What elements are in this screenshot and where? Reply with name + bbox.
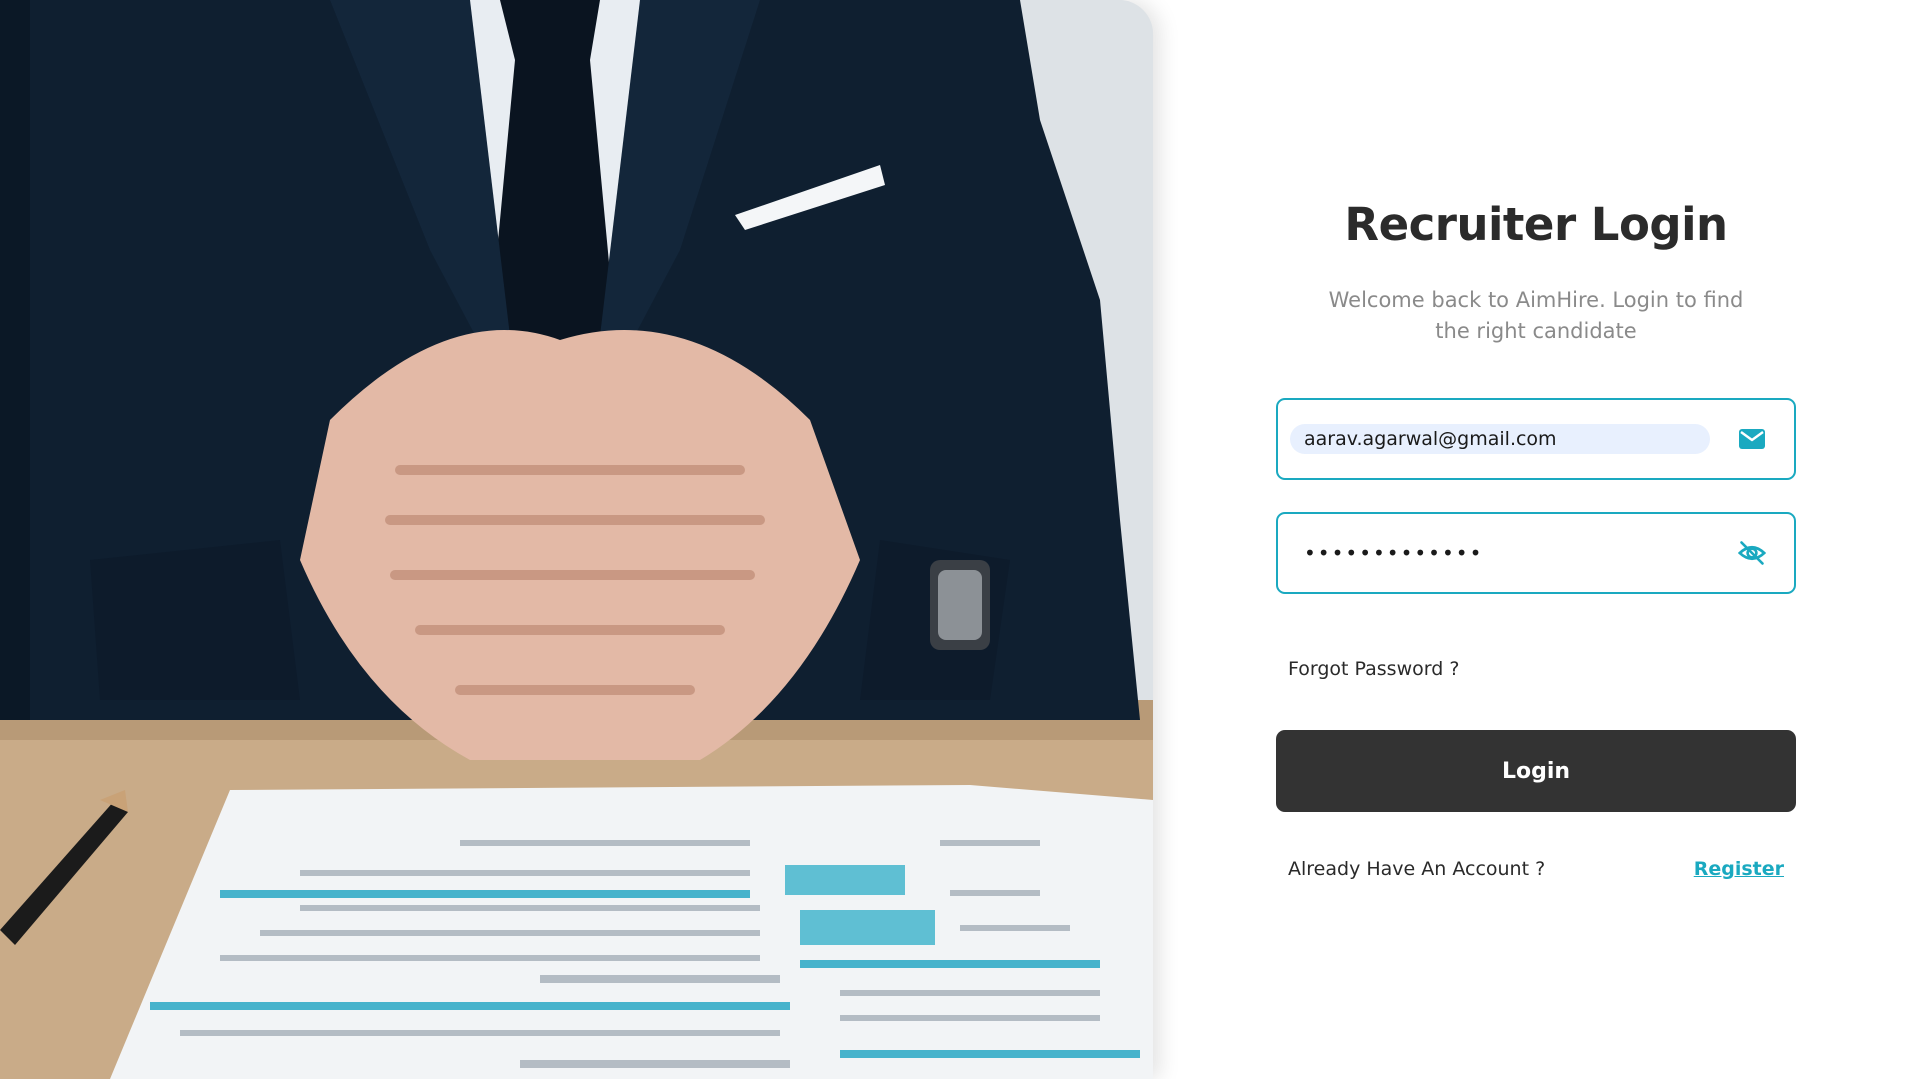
login-panel: Recruiter Login Welcome back to AimHire.…	[1276, 0, 1796, 1079]
password-field[interactable]: •••••••••••••	[1276, 512, 1796, 594]
forgot-password-link[interactable]: Forgot Password ?	[1288, 658, 1459, 680]
page-title: Recruiter Login	[1344, 198, 1728, 251]
envelope-icon	[1738, 425, 1766, 453]
page-subtitle: Welcome back to AimHire. Login to find t…	[1328, 288, 1744, 343]
email-value[interactable]: aarav.agarwal@gmail.com	[1304, 424, 1557, 454]
hero-image	[0, 0, 1153, 1079]
eye-slash-icon[interactable]	[1738, 539, 1766, 567]
recruiter-photo	[0, 0, 1153, 1079]
password-value[interactable]: •••••••••••••	[1304, 538, 1483, 568]
register-link[interactable]: Register	[1694, 858, 1784, 880]
account-prompt: Already Have An Account ?	[1288, 858, 1546, 880]
login-button[interactable]: Login	[1276, 730, 1796, 812]
email-field[interactable]: aarav.agarwal@gmail.com	[1276, 398, 1796, 480]
